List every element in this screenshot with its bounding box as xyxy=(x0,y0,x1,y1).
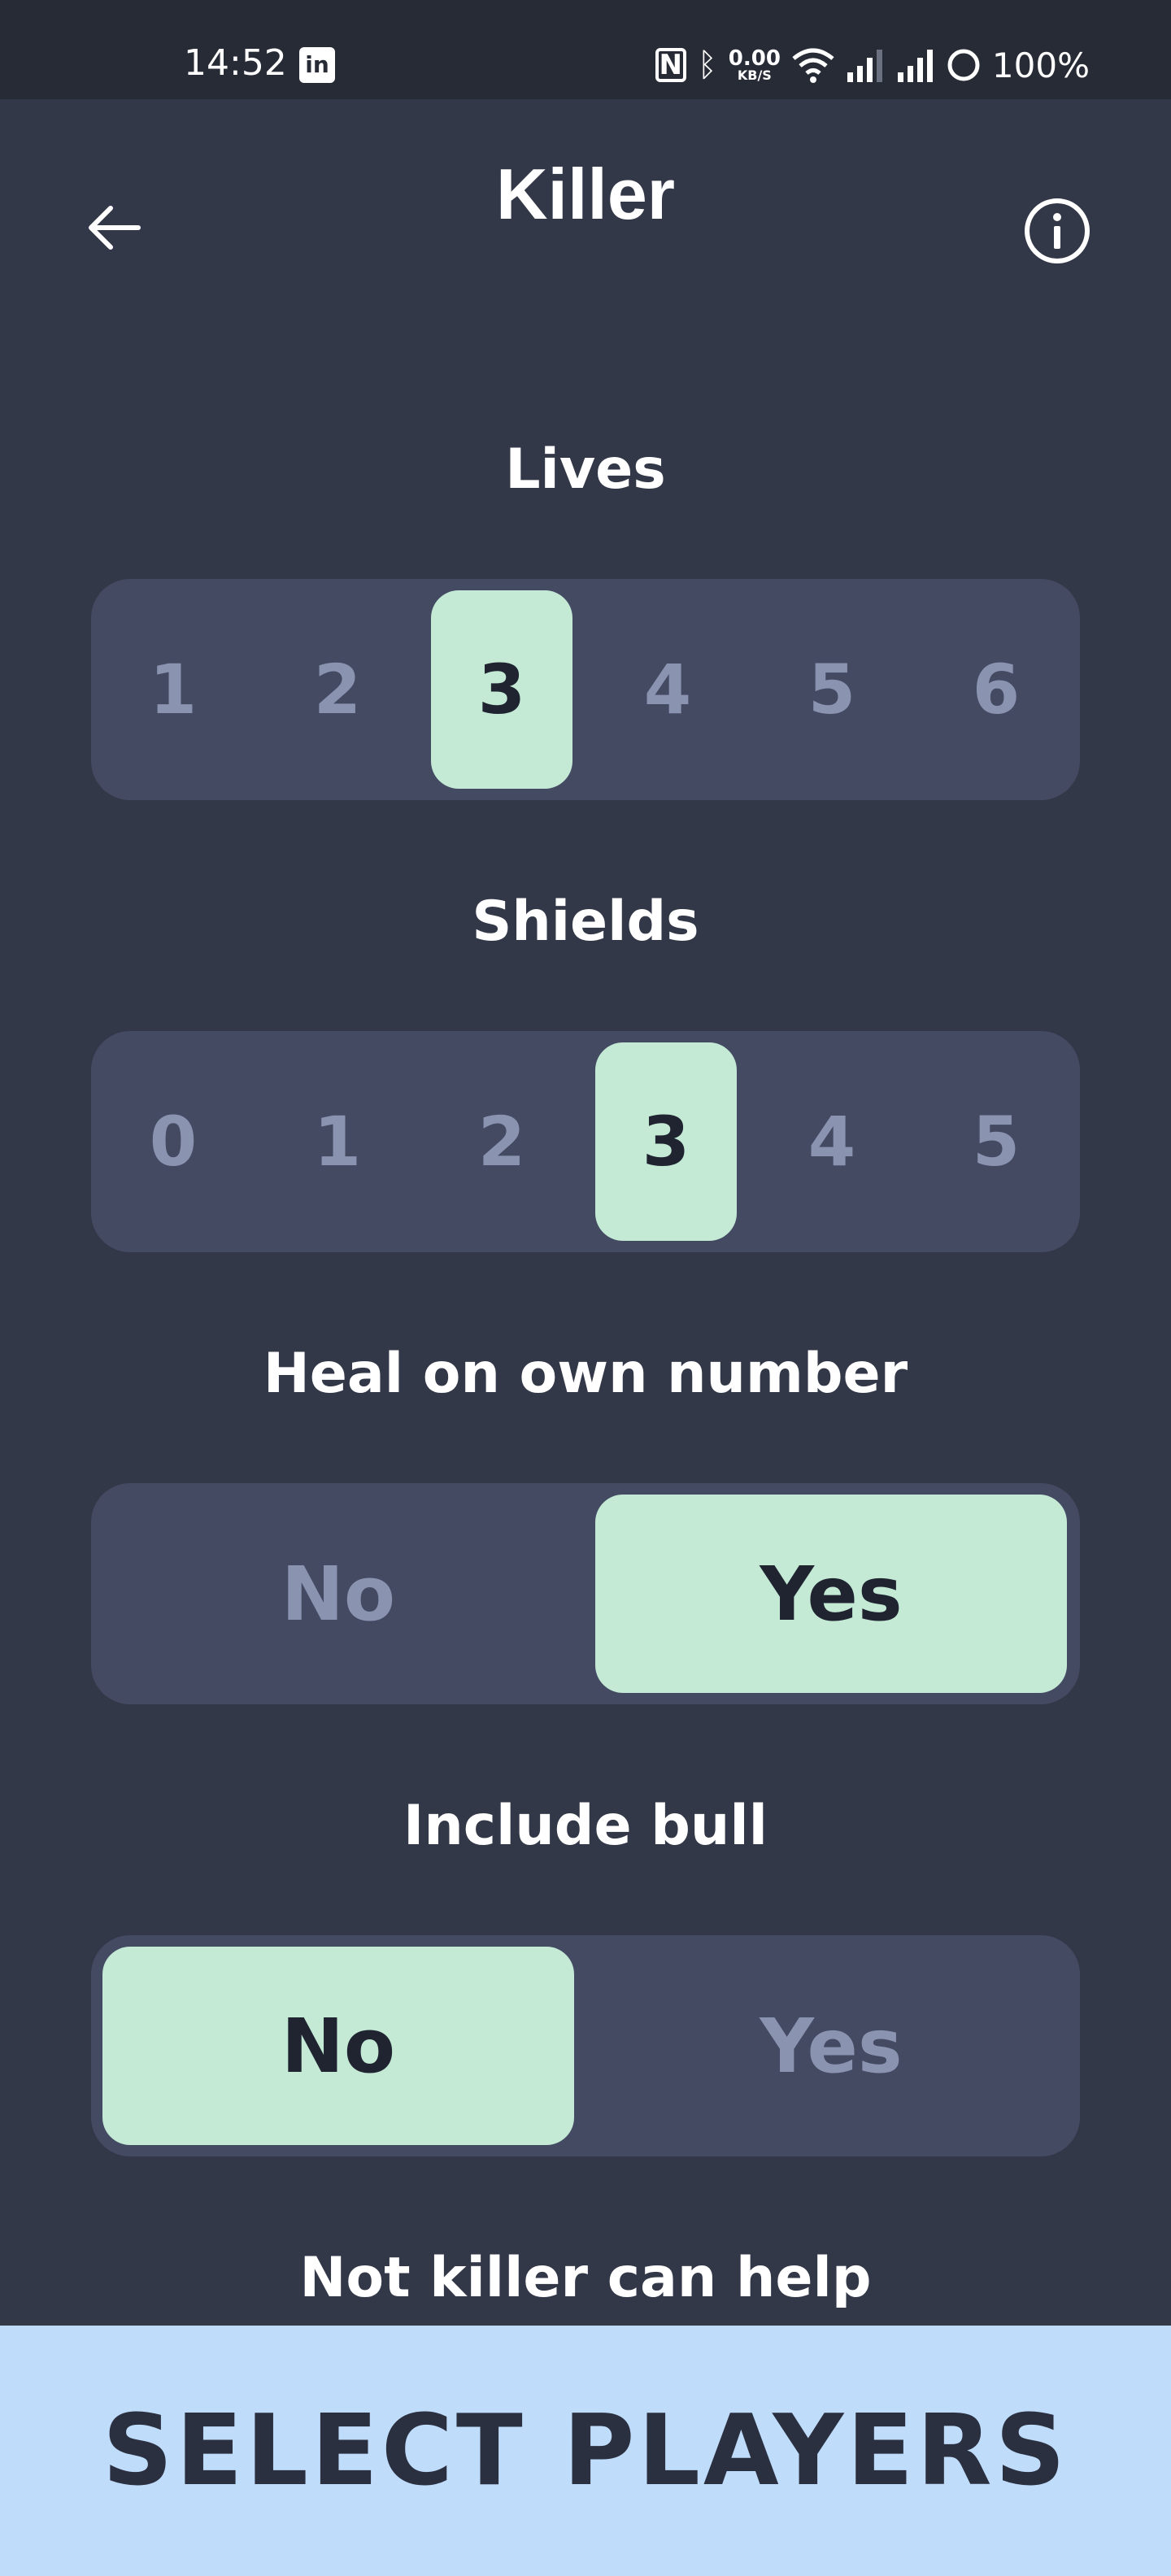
shields-label: Shields xyxy=(472,890,699,954)
include-bull-label: Include bull xyxy=(403,1794,768,1858)
shields-option-5[interactable]: 5 xyxy=(914,1042,1078,1241)
battery-ring-icon xyxy=(947,49,980,81)
lives-option-5[interactable]: 5 xyxy=(750,590,914,789)
linkedin-icon: in xyxy=(299,47,335,83)
heal-on-own-number-toggle: No Yes xyxy=(91,1483,1080,1704)
wifi-icon xyxy=(792,48,834,83)
shields-option-0[interactable]: 0 xyxy=(91,1042,255,1241)
network-speed-unit: KB/S xyxy=(737,67,772,83)
shields-option-2[interactable]: 2 xyxy=(420,1042,584,1241)
lives-option-2[interactable]: 2 xyxy=(255,590,420,789)
nfc-icon: N xyxy=(655,48,686,82)
status-icons: N ᛒ 0.00 KB/S 100% xyxy=(655,41,1090,89)
heal-option-yes[interactable]: Yes xyxy=(595,1495,1067,1693)
lives-option-3[interactable]: 3 xyxy=(431,590,572,789)
bluetooth-icon: ᛒ xyxy=(697,46,717,84)
shields-option-3[interactable]: 3 xyxy=(595,1042,737,1241)
page-title: Killer xyxy=(495,154,676,234)
battery-percentage: 100% xyxy=(991,45,1090,85)
not-killer-can-help-label: Not killer can help xyxy=(299,2246,872,2310)
signal-icon-1 xyxy=(847,50,882,82)
bull-option-no[interactable]: No xyxy=(102,1947,574,2145)
status-time: 14:52 xyxy=(184,42,287,84)
shields-option-4[interactable]: 4 xyxy=(750,1042,914,1241)
lives-selector: 1 2 3 4 5 6 xyxy=(91,579,1080,800)
signal-icon-2 xyxy=(897,50,933,82)
network-speed-value: 0.00 xyxy=(728,46,781,71)
shields-selector: 0 1 2 3 4 5 xyxy=(91,1031,1080,1252)
heal-option-no[interactable]: No xyxy=(102,1495,574,1693)
lives-option-1[interactable]: 1 xyxy=(91,590,255,789)
select-players-button[interactable]: SELECT PLAYERS xyxy=(0,2326,1171,2576)
include-bull-toggle: No Yes xyxy=(91,1935,1080,2156)
bull-option-yes[interactable]: Yes xyxy=(595,1947,1067,2145)
info-button[interactable] xyxy=(1023,197,1091,265)
network-speed: 0.00 KB/S xyxy=(729,48,781,82)
status-bar: 14:52 in N ᛒ 0.00 KB/S 100% xyxy=(0,0,1171,99)
heal-on-own-number-label: Heal on own number xyxy=(263,1342,908,1406)
shields-option-1[interactable]: 1 xyxy=(255,1042,420,1241)
lives-label: Lives xyxy=(505,437,666,502)
info-icon xyxy=(1025,198,1090,263)
lives-option-4[interactable]: 4 xyxy=(586,590,750,789)
lives-option-6[interactable]: 6 xyxy=(914,590,1078,789)
